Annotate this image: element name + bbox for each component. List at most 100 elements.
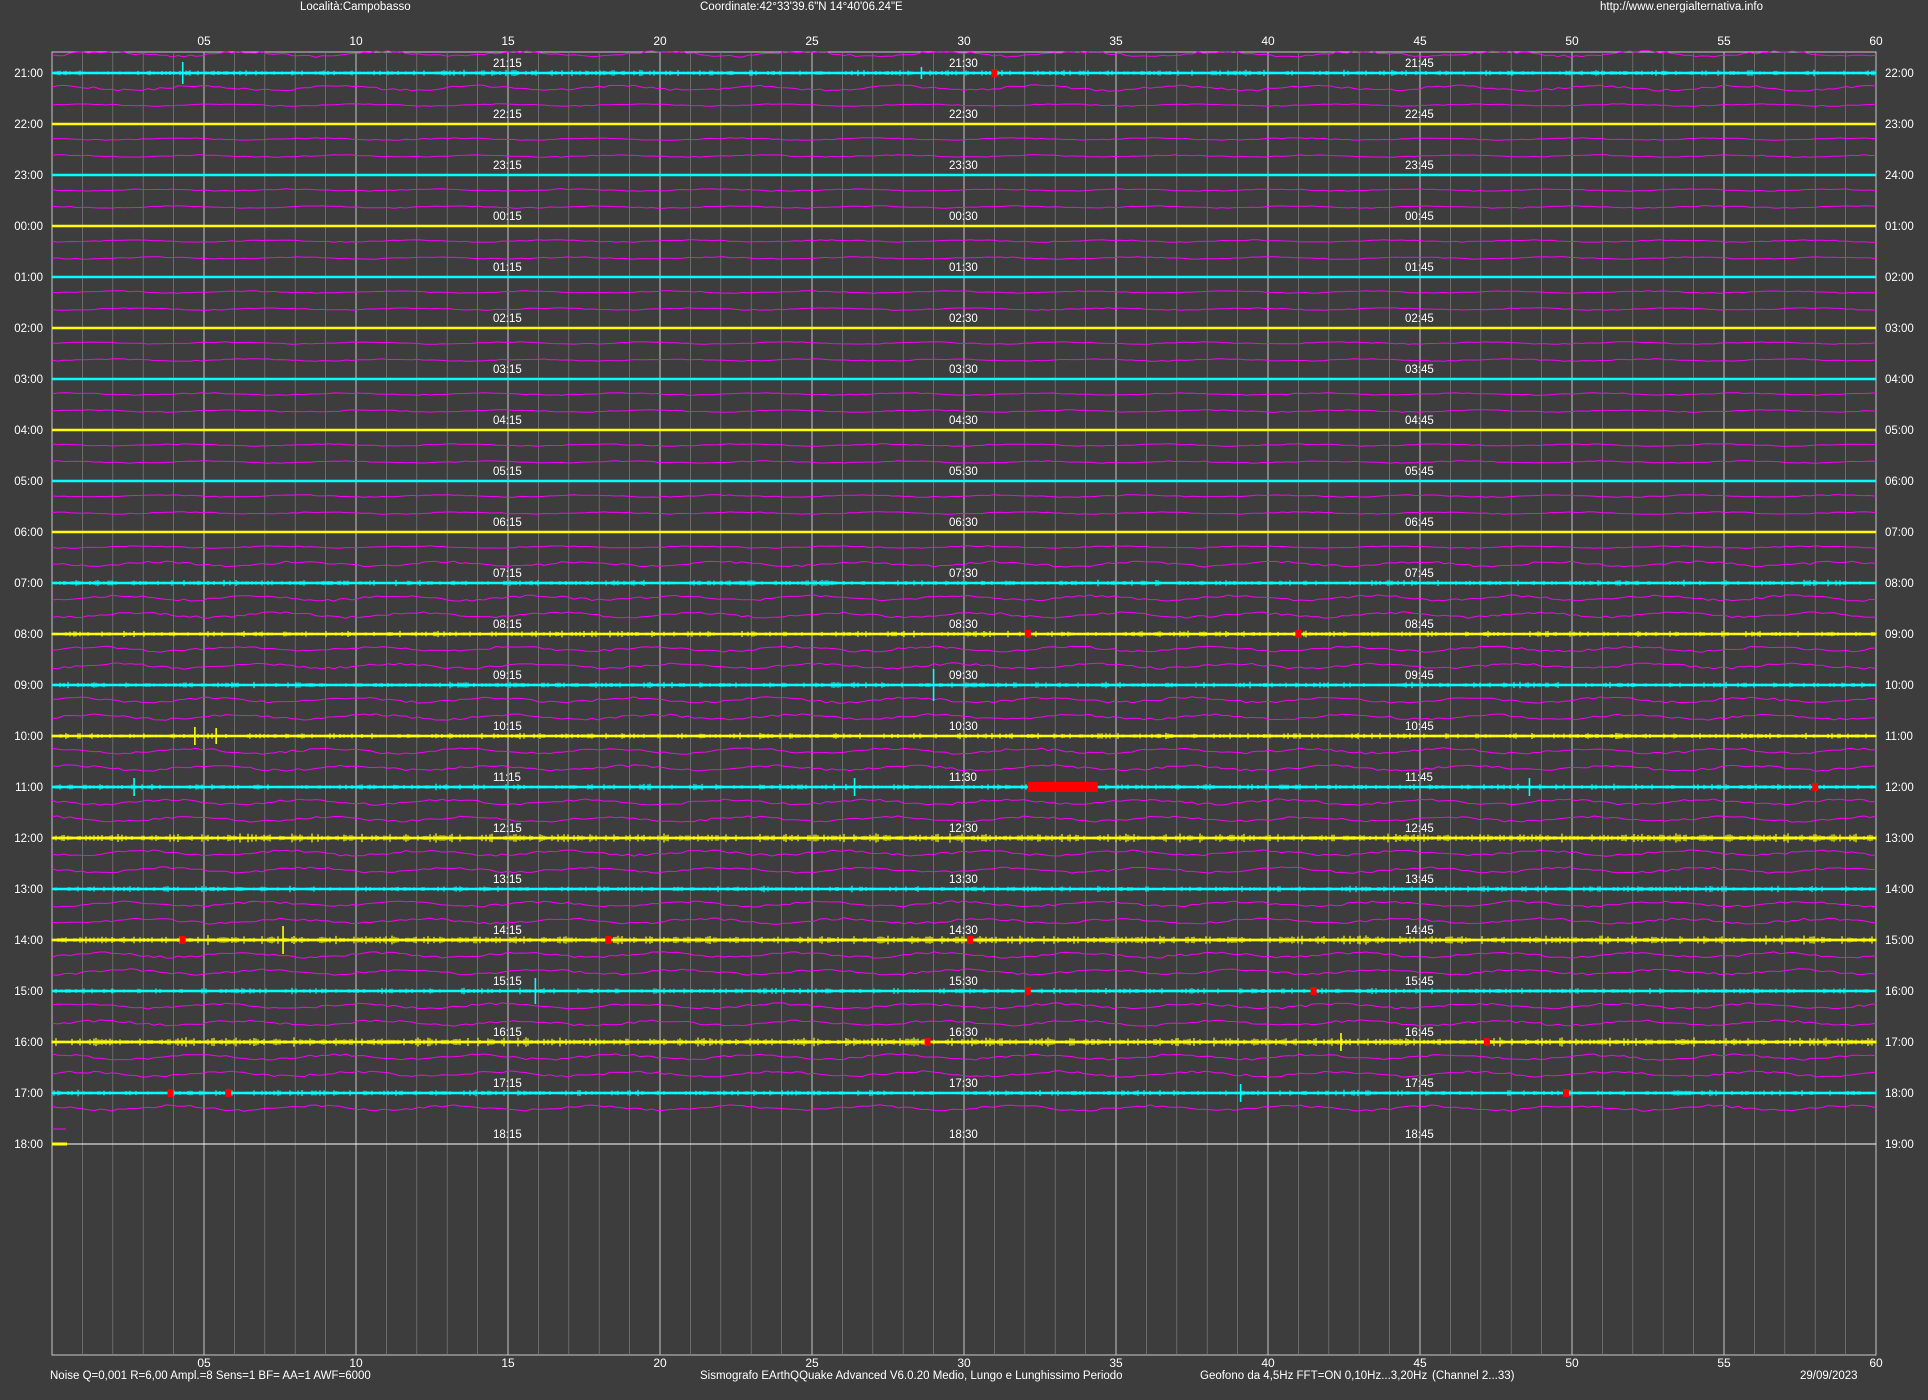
event-marker [1295, 630, 1302, 638]
quarter-hour-label: 06:30 [949, 517, 978, 529]
row-time-label-left: 15:00 [14, 986, 43, 998]
row-time-label-left: 17:00 [14, 1088, 43, 1100]
quarter-hour-label: 14:45 [1405, 925, 1434, 937]
row-time-label-left: 09:00 [14, 680, 43, 692]
minute-tick-labels: 05 05 10 10 15 15 20 20 25 25 30 30 35 35 40 40 45 45 50 50… [197, 34, 1883, 1370]
time-grid [82, 52, 1846, 1355]
x-tick-label-top: 35 [1109, 34, 1123, 48]
quarter-hour-label: 08:45 [1405, 619, 1434, 631]
row-time-label-right: 18:00 [1885, 1088, 1914, 1100]
row-time-label-right: 22:00 [1885, 68, 1914, 80]
quarter-hour-label: 12:45 [1405, 823, 1434, 835]
quarter-hour-label: 07:15 [493, 568, 522, 580]
quarter-hour-label: 12:30 [949, 823, 978, 835]
row-time-label-left: 05:00 [14, 476, 43, 488]
x-tick-label-bottom: 50 [1565, 1356, 1579, 1370]
quarter-hour-label: 01:45 [1405, 262, 1434, 274]
event-marker [1483, 1038, 1490, 1046]
channel-label: (Channel 2...33) [1432, 1370, 1515, 1382]
quarter-hour-label: 13:15 [493, 874, 522, 886]
row-time-label-right: 13:00 [1885, 833, 1914, 845]
event-marker [1562, 1089, 1569, 1097]
trace-row: 07:00 08:00 07:15 07:30 07:45 [14, 560, 1914, 602]
quarter-hour-label: 18:30 [949, 1129, 978, 1141]
quarter-hour-label: 00:30 [949, 211, 978, 223]
row-time-label-right: 17:00 [1885, 1037, 1914, 1049]
row-time-label-right: 06:00 [1885, 476, 1914, 488]
x-tick-label-top: 25 [805, 34, 819, 48]
quarter-hour-label: 17:45 [1405, 1078, 1434, 1090]
event-marker [1027, 782, 1098, 792]
x-tick-label-bottom: 15 [501, 1356, 515, 1370]
quarter-hour-label: 09:15 [493, 670, 522, 682]
date-label: 29/09/2023 [1800, 1370, 1858, 1382]
row-time-label-left: 18:00 [14, 1139, 43, 1151]
quarter-hour-label: 00:15 [493, 211, 522, 223]
quarter-hour-label: 02:45 [1405, 313, 1434, 325]
quarter-hour-label: 05:30 [949, 466, 978, 478]
quarter-hour-label: 00:45 [1405, 211, 1434, 223]
row-time-label-right: 24:00 [1885, 170, 1914, 182]
x-tick-label-top: 20 [653, 34, 667, 48]
x-tick-label-bottom: 20 [653, 1356, 667, 1370]
quarter-hour-label: 14:15 [493, 925, 522, 937]
row-time-label-left: 22:00 [14, 119, 43, 131]
event-marker [605, 936, 612, 944]
quarter-hour-label: 17:15 [493, 1078, 522, 1090]
row-time-label-right: 03:00 [1885, 323, 1914, 335]
x-tick-label-bottom: 25 [805, 1356, 819, 1370]
row-time-label-left: 04:00 [14, 425, 43, 437]
quarter-hour-label: 12:15 [493, 823, 522, 835]
row-time-label-right: 16:00 [1885, 986, 1914, 998]
quarter-hour-label: 10:15 [493, 721, 522, 733]
quarter-hour-label: 06:15 [493, 517, 522, 529]
quarter-hour-label: 05:15 [493, 466, 522, 478]
row-time-label-left: 01:00 [14, 272, 43, 284]
quarter-hour-label: 18:15 [493, 1129, 522, 1141]
quarter-hour-label: 05:45 [1405, 466, 1434, 478]
quarter-hour-label: 11:45 [1405, 772, 1433, 784]
row-time-label-left: 12:00 [14, 833, 43, 845]
quarter-hour-label: 11:15 [493, 772, 521, 784]
quarter-hour-label: 16:15 [493, 1027, 522, 1039]
quarter-hour-label: 07:45 [1405, 568, 1434, 580]
row-time-label-left: 14:00 [14, 935, 43, 947]
row-time-label-right: 14:00 [1885, 884, 1914, 896]
row-time-label-right: 12:00 [1885, 782, 1914, 794]
quarter-hour-label: 08:15 [493, 619, 522, 631]
row-time-label-right: 01:00 [1885, 221, 1914, 233]
geophone-label: Geofono da 4,5Hz FFT=ON 0,10Hz...3,20Hz [1200, 1370, 1428, 1382]
quarter-hour-label: 16:30 [949, 1027, 978, 1039]
row-time-label-left: 08:00 [14, 629, 43, 641]
event-marker [1812, 783, 1819, 791]
quarter-hour-label: 10:30 [949, 721, 978, 733]
quarter-hour-label: 22:30 [949, 109, 978, 121]
x-tick-label-top: 45 [1413, 34, 1427, 48]
x-tick-label-top: 05 [197, 34, 211, 48]
noise-settings-label: Noise Q=0,001 R=6,00 Ampl.=8 Sens=1 BF= … [50, 1370, 371, 1382]
quarter-hour-label: 01:15 [493, 262, 522, 274]
quarter-hour-label: 23:30 [949, 160, 978, 172]
quarter-hour-label: 11:30 [949, 772, 977, 784]
row-time-label-right: 04:00 [1885, 374, 1914, 386]
quarter-hour-label: 22:45 [1405, 109, 1434, 121]
quarter-hour-label: 23:45 [1405, 160, 1434, 172]
row-time-label-right: 23:00 [1885, 119, 1914, 131]
quarter-hour-label: 21:30 [949, 58, 978, 70]
quarter-hour-label: 17:30 [949, 1078, 978, 1090]
row-time-label-right: 19:00 [1885, 1139, 1914, 1151]
quarter-hour-label: 15:30 [949, 976, 978, 988]
quarter-hour-label: 03:45 [1405, 364, 1434, 376]
x-tick-label-top: 10 [349, 34, 363, 48]
event-marker [167, 1089, 174, 1097]
row-time-label-left: 02:00 [14, 323, 43, 335]
quarter-hour-label: 18:45 [1405, 1129, 1434, 1141]
quarter-hour-label: 01:30 [949, 262, 978, 274]
row-time-label-left: 07:00 [14, 578, 43, 590]
event-marker [1024, 987, 1031, 995]
x-tick-label-top: 40 [1261, 34, 1275, 48]
x-tick-label-bottom: 45 [1413, 1356, 1427, 1370]
quarter-hour-label: 13:45 [1405, 874, 1434, 886]
row-time-label-left: 03:00 [14, 374, 43, 386]
quarter-hour-label: 21:15 [493, 58, 522, 70]
